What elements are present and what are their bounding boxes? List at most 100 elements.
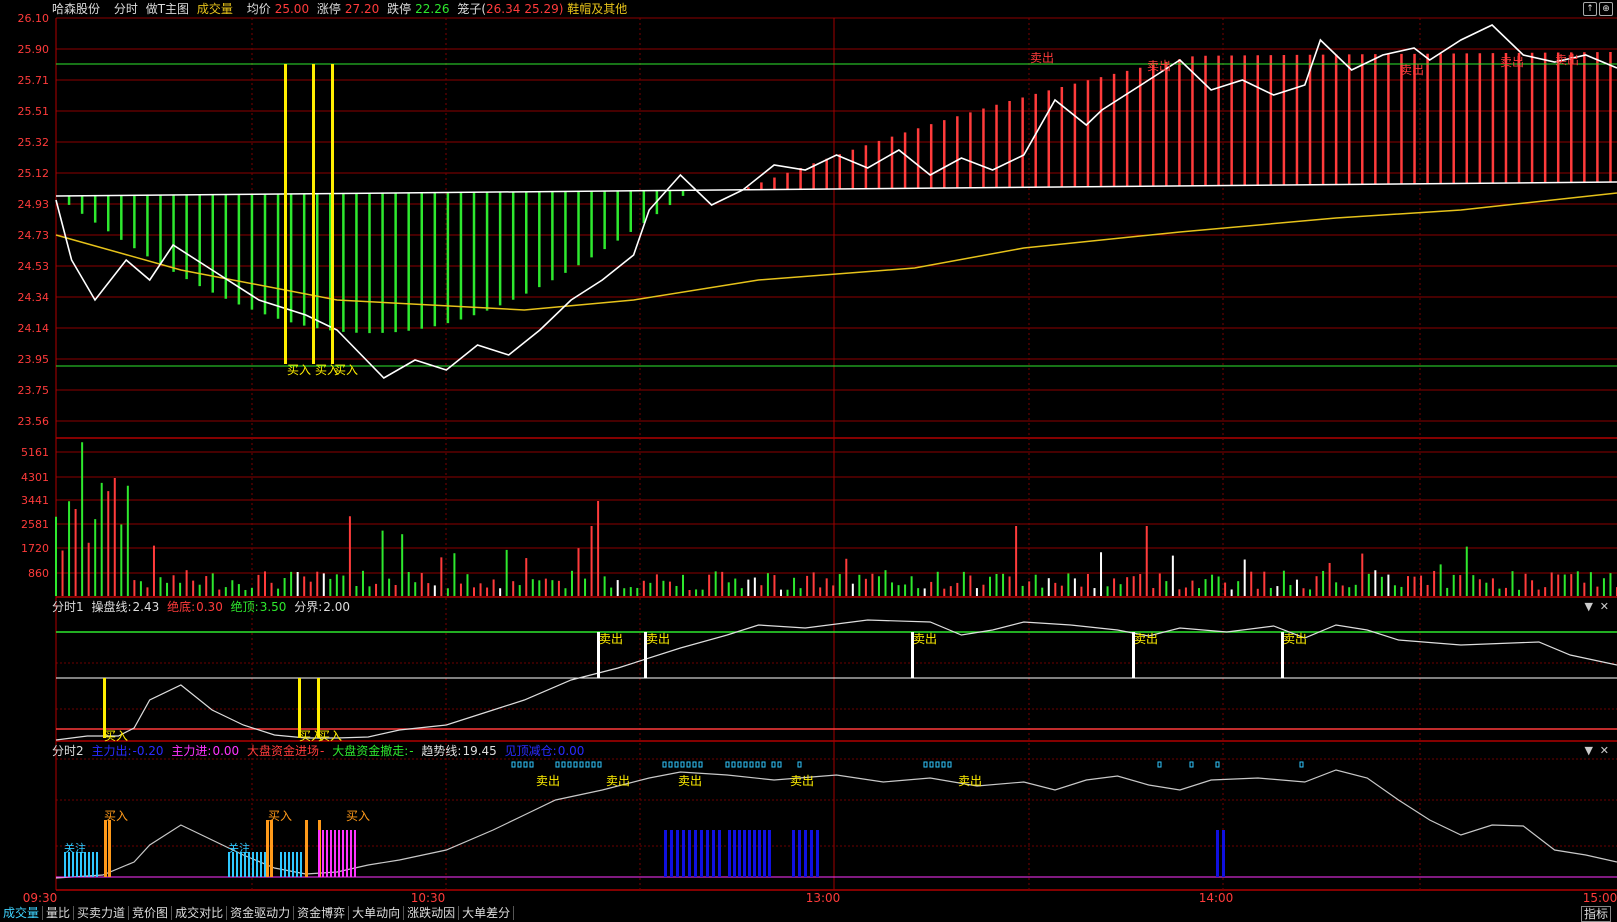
sub1-close-icon[interactable]: ✕ — [1600, 600, 1609, 613]
sub2-blue-bar — [718, 830, 721, 877]
sub2-reduce-marker — [556, 762, 559, 767]
grid-lines — [56, 18, 1617, 890]
sub2-watch-bar — [296, 852, 298, 877]
sub2-blue-bar — [700, 830, 703, 877]
sub2-watch-bar — [248, 852, 250, 877]
sub2-blue-bar — [1222, 830, 1225, 877]
sub1-header: 分时1 操盘线:2.43 绝底:0.30 绝顶:3.50 分界:2.00 — [52, 600, 354, 614]
sub2-watch-bar — [92, 852, 94, 877]
sub2-watch-bar — [232, 852, 234, 877]
sub2-sell-label: 卖出 — [958, 774, 982, 788]
sub2-reduce-marker — [568, 762, 571, 767]
price-tick-label: 23.56 — [18, 415, 50, 428]
sub1-dropdown-icon[interactable]: ▼ — [1585, 600, 1593, 613]
sell-signal-label: 卖出 — [1400, 63, 1424, 77]
sub2-watch-bar — [240, 852, 242, 877]
sub2-reduce-marker — [1158, 762, 1161, 767]
sub2-watch-label: 关注 — [64, 841, 86, 855]
sub2-reduce-marker — [750, 762, 753, 767]
tab-fund-game[interactable]: 资金博弈 — [294, 906, 349, 920]
tab-buy-sell-force[interactable]: 买卖力道 — [74, 906, 129, 920]
tab-big-order-trend[interactable]: 大单动向 — [349, 906, 404, 920]
price-tick-label: 25.51 — [18, 105, 50, 118]
price-tick-label: 25.12 — [18, 167, 50, 180]
sub2-watch-bar — [68, 852, 70, 877]
tab-trade-compare[interactable]: 成交对比 — [172, 906, 227, 920]
sub2-watch-label: 关注 — [228, 841, 250, 855]
sub2-blue-bar — [712, 830, 715, 877]
sub2-watch-bar — [280, 852, 282, 877]
sub2-buy-label: 买入 — [346, 809, 370, 823]
sub2-watch-bar — [300, 852, 302, 877]
bottom-indicator-tabs: 成交量量比买卖力道竞价图成交对比资金驱动力资金博弈大单动向涨跌动因大单差分 — [0, 906, 1617, 920]
sub2-buy-bar — [108, 820, 111, 877]
sub2-reduce-marker — [948, 762, 951, 767]
tab-auction[interactable]: 竞价图 — [129, 906, 172, 920]
sub2-magenta-bar — [334, 830, 336, 877]
sub2-reduce-marker — [798, 762, 801, 767]
sub2-buy-bar — [305, 820, 308, 877]
sub2-name[interactable]: 分时2 — [52, 744, 84, 758]
sub1-operate-line — [56, 620, 1617, 740]
sub2-reduce-marker — [778, 762, 781, 767]
price-tick-label: 23.75 — [18, 384, 50, 397]
tab-fund-drive[interactable]: 资金驱动力 — [227, 906, 294, 920]
sub2-reduce-marker — [687, 762, 690, 767]
sub2-magenta-bar — [326, 830, 328, 877]
sub2-reduce-marker — [693, 762, 696, 767]
tab-volume[interactable]: 成交量 — [0, 906, 43, 920]
volume-tick-label: 5161 — [21, 446, 49, 459]
volume-tick-label: 3441 — [21, 494, 49, 507]
sub2-reduce-marker — [726, 762, 729, 767]
sub2-reduce-value: 0.00 — [558, 744, 585, 758]
tab-rise-fall-cause[interactable]: 涨跌动因 — [404, 906, 459, 920]
sub1-buy-label: 买入 — [104, 729, 128, 743]
sub2-watch-bar — [236, 852, 238, 877]
sub2-blue-bar — [743, 830, 746, 877]
buy-signal-bar — [312, 64, 315, 364]
sub1-divide-value: 2.00 — [323, 600, 350, 614]
tab-volume-ratio[interactable]: 量比 — [43, 906, 74, 920]
stock-chart-window: 哈森股份 分时 做T主图 成交量 均价25.00 涨停27.20 跌停22.26… — [0, 0, 1617, 920]
sell-signal-label: 卖出 — [1147, 59, 1171, 73]
sub2-reduce-marker — [762, 762, 765, 767]
time-tick-label: 10:30 — [411, 891, 446, 905]
sub2-dropdown-icon[interactable]: ▼ — [1585, 744, 1593, 757]
chart-canvas: 买入买入买入卖出卖出卖出卖出卖出 买入买入买入卖出卖出卖出卖出卖出 关注关注买入… — [0, 0, 1617, 920]
sub2-reduce-marker — [663, 762, 666, 767]
sub2-blue-bar — [804, 830, 807, 877]
sub2-reduce-marker — [512, 762, 515, 767]
sub2-blue-bar — [738, 830, 741, 877]
sub2-reduce-marker — [592, 762, 595, 767]
sub2-magenta-bar — [350, 830, 352, 877]
sub2-reduce-marker — [669, 762, 672, 767]
sub2-blue-bar — [753, 830, 756, 877]
sub2-reduce-marker — [675, 762, 678, 767]
sub2-magenta-bar — [346, 830, 348, 877]
axis-labels: 26.1025.9025.7125.5125.3225.1224.9324.73… — [18, 12, 1617, 905]
sub1-sell-label: 卖出 — [646, 632, 670, 646]
sub2-reduce-marker — [732, 762, 735, 767]
sub2-watch-bar — [88, 852, 90, 877]
sub2-buy-label: 买入 — [268, 809, 292, 823]
time-tick-label: 14:00 — [1199, 891, 1234, 905]
sub1-sell-label: 卖出 — [1134, 632, 1158, 646]
sub2-buy-bar — [104, 820, 107, 877]
sub2-reduce-marker — [942, 762, 945, 767]
price-tick-label: 24.73 — [18, 229, 50, 242]
sub2-blue-bar — [664, 830, 667, 877]
sell-signal-label: 卖出 — [1500, 55, 1524, 69]
sub2-reduce-marker — [756, 762, 759, 767]
sub2-blue-bar — [748, 830, 751, 877]
price-tick-label: 24.34 — [18, 291, 50, 304]
sub1-sell-label: 卖出 — [599, 632, 623, 646]
sub2-close-icon[interactable]: ✕ — [1600, 744, 1609, 757]
sub2-reduce-marker — [598, 762, 601, 767]
sub2-trend-line — [56, 770, 1617, 878]
price-tick-label: 24.53 — [18, 260, 50, 273]
tab-big-order-diff[interactable]: 大单差分 — [459, 906, 514, 920]
sub2-reduce-marker — [524, 762, 527, 767]
sub1-name[interactable]: 分时1 — [52, 600, 84, 614]
sub2-watch-bar — [252, 852, 254, 877]
sub2-reduce-marker — [530, 762, 533, 767]
